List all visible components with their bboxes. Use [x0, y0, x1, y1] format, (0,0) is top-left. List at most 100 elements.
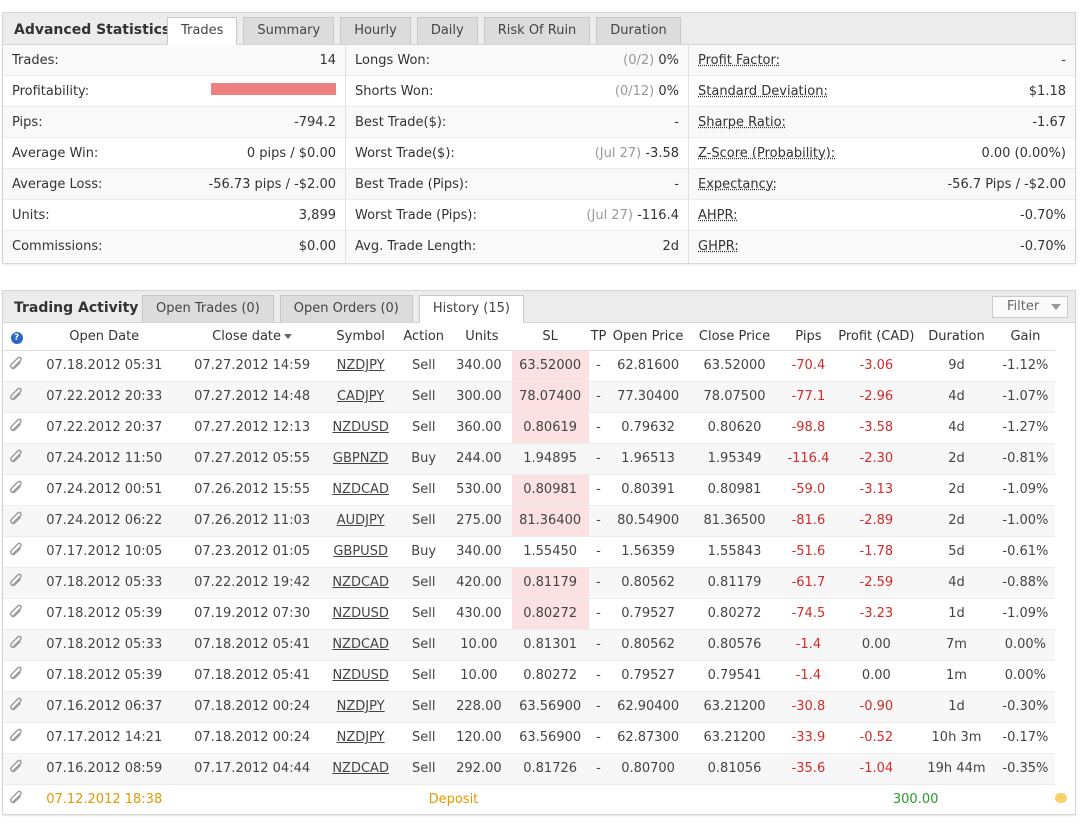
table-row[interactable]: 07.24.2012 06:22 07.26.2012 11:03 AUDJPY Se… [3, 505, 1075, 537]
column-header-units[interactable]: Units [452, 323, 512, 351]
symbol-link[interactable]: AUDJPY [337, 513, 385, 528]
activity-tab-open-orders-0[interactable]: Open Orders (0) [279, 295, 413, 322]
empty-cell [995, 784, 1055, 816]
symbol-link[interactable]: NZDJPY [337, 358, 385, 373]
stats-tab-daily[interactable]: Daily [416, 17, 478, 44]
stat-value-commissions: $0.00 [298, 239, 336, 254]
table-row[interactable]: 07.18.2012 05:33 07.18.2012 05:41 NZDCAD Se… [3, 629, 1075, 661]
table-row[interactable]: 07.24.2012 11:50 07.27.2012 05:55 GBPNZD Bu… [3, 443, 1075, 475]
paperclip-icon[interactable] [9, 387, 25, 403]
stat-value-best-trade-pips: - [674, 176, 679, 192]
paperclip-icon[interactable] [9, 449, 25, 465]
table-row[interactable]: 07.18.2012 05:33 07.22.2012 19:42 NZDCAD Se… [3, 567, 1075, 599]
close-date-cell: 07.27.2012 05:55 [178, 443, 327, 475]
paperclip-icon[interactable] [9, 418, 25, 434]
symbol-link[interactable]: NZDJPY [337, 730, 385, 745]
symbol-link[interactable]: GBPUSD [333, 544, 388, 559]
table-row[interactable]: 07.17.2012 14:21 07.18.2012 00:24 NZDJPY Se… [3, 722, 1075, 754]
comment-icon[interactable] [1055, 792, 1067, 803]
column-header-pips[interactable]: Pips [781, 323, 836, 351]
table-row[interactable]: 07.22.2012 20:33 07.27.2012 14:48 CADJPY Se… [3, 381, 1075, 413]
stat-label-ahpr[interactable]: AHPR: [698, 208, 738, 223]
stat-label-ghpr[interactable]: GHPR: [698, 239, 739, 254]
column-header-sl[interactable]: SL [511, 323, 589, 351]
symbol-link[interactable]: NZDCAD [332, 575, 389, 590]
table-row[interactable]: 07.16.2012 06:37 07.18.2012 00:24 NZDJPY Se… [3, 691, 1075, 723]
table-row[interactable]: 07.16.2012 08:59 07.17.2012 04:44 NZDCAD Se… [3, 753, 1075, 785]
symbol-link[interactable]: NZDUSD [332, 668, 388, 683]
duration-cell: 2d [917, 443, 996, 475]
symbol-link[interactable]: NZDUSD [332, 606, 388, 621]
deposit-row[interactable]: 07.12.2012 18:38 Deposit 300.00 [3, 784, 1075, 816]
paperclip-icon[interactable] [9, 542, 25, 558]
paperclip-icon[interactable] [9, 635, 25, 651]
units-cell: 340.00 [452, 536, 512, 568]
action-cell: Sell [395, 505, 453, 537]
open-date-cell: 07.22.2012 20:37 [30, 412, 179, 444]
stat-row-sharpe-ratio: Sharpe Ratio: -1.67 [689, 107, 1075, 138]
stat-label-profit-factor[interactable]: Profit Factor: [698, 53, 780, 68]
paperclip-icon[interactable] [9, 356, 25, 372]
paperclip-icon[interactable] [9, 511, 25, 527]
stat-label-sharpe-ratio[interactable]: Sharpe Ratio: [698, 115, 786, 130]
table-row[interactable]: 07.24.2012 00:51 07.26.2012 15:55 NZDCAD Se… [3, 474, 1075, 506]
symbol-link[interactable]: NZDCAD [332, 761, 389, 776]
column-header-close-price[interactable]: Close Price [687, 323, 782, 351]
column-header-gain[interactable]: Gain [995, 323, 1055, 351]
paperclip-icon[interactable] [9, 604, 25, 620]
paperclip-icon[interactable] [9, 480, 25, 496]
column-header-profit-cad[interactable]: Profit (CAD) [835, 323, 918, 351]
units-cell: 275.00 [452, 505, 512, 537]
table-row[interactable]: 07.18.2012 05:31 07.27.2012 14:59 NZDJPY Se… [3, 350, 1075, 382]
table-row[interactable]: 07.18.2012 05:39 07.19.2012 07:30 NZDUSD Se… [3, 598, 1075, 630]
stats-tab-trades[interactable]: Trades [167, 17, 238, 45]
stat-label-worst-trade: Worst Trade($): [355, 145, 455, 161]
open-date-cell: 07.24.2012 11:50 [30, 443, 179, 475]
symbol-link[interactable]: NZDUSD [332, 420, 388, 435]
gain-cell: -0.35% [995, 753, 1055, 785]
deposit-date-cell: 07.12.2012 18:38 [30, 784, 179, 816]
profit-cell: -2.89 [835, 505, 918, 537]
gain-cell: -0.88% [995, 567, 1055, 599]
column-header-close-date[interactable]: Close date [178, 323, 327, 351]
symbol-link[interactable]: GBPNZD [333, 451, 388, 466]
info-icon[interactable]: ? [10, 331, 23, 344]
gain-cell: -0.30% [995, 691, 1055, 723]
table-row[interactable]: 07.17.2012 10:05 07.23.2012 01:05 GBPUSD Bu… [3, 536, 1075, 568]
column-header-open-date[interactable]: Open Date [30, 323, 179, 351]
stats-tab-summary[interactable]: Summary [243, 17, 335, 44]
empty-cell [511, 784, 589, 816]
stats-tab-hourly[interactable]: Hourly [340, 17, 411, 44]
symbol-link[interactable]: CADJPY [337, 389, 384, 404]
stats-tab-duration[interactable]: Duration [596, 17, 681, 44]
stats-tab-risk-of-ruin[interactable]: Risk Of Ruin [483, 17, 591, 44]
symbol-cell: NZDCAD [326, 753, 396, 785]
stat-row-worst-trade-pips: Worst Trade (Pips): (Jul 27) -116.4 [346, 200, 688, 231]
column-header-tp[interactable]: TP [588, 323, 609, 351]
stat-label-standard-deviation[interactable]: Standard Deviation: [698, 84, 828, 99]
paperclip-icon[interactable] [9, 666, 25, 682]
paperclip-icon[interactable] [9, 697, 25, 713]
column-header-open-price[interactable]: Open Price [608, 323, 688, 351]
symbol-link[interactable]: NZDCAD [332, 482, 389, 497]
table-row[interactable]: 07.18.2012 05:39 07.18.2012 05:41 NZDUSD Se… [3, 660, 1075, 692]
column-header-symbol[interactable]: Symbol [326, 323, 396, 351]
activity-tab-history-15[interactable]: History (15) [418, 295, 524, 323]
history-table-header: ? Open Date Close date Symbol Action Units SL T… [3, 323, 1075, 351]
symbol-link[interactable]: NZDJPY [337, 699, 385, 714]
stat-label-z-score-probability[interactable]: Z-Score (Probability): [698, 146, 835, 161]
symbol-link[interactable]: NZDCAD [332, 637, 389, 652]
filter-dropdown[interactable]: Filter [992, 296, 1068, 318]
open-price-cell: 62.87300 [608, 722, 688, 754]
activity-tab-open-trades-0[interactable]: Open Trades (0) [142, 295, 274, 322]
paperclip-icon[interactable] [9, 728, 25, 744]
stat-label-expectancy[interactable]: Expectancy: [698, 177, 777, 192]
duration-cell: 2d [917, 474, 996, 506]
paperclip-icon[interactable] [9, 573, 25, 589]
paperclip-icon[interactable] [9, 759, 25, 775]
table-row[interactable]: 07.22.2012 20:37 07.27.2012 12:13 NZDUSD Se… [3, 412, 1075, 444]
profit-cell: -2.59 [835, 567, 918, 599]
column-header-action[interactable]: Action [395, 323, 453, 351]
paperclip-icon[interactable] [9, 790, 25, 806]
column-header-duration[interactable]: Duration [917, 323, 996, 351]
